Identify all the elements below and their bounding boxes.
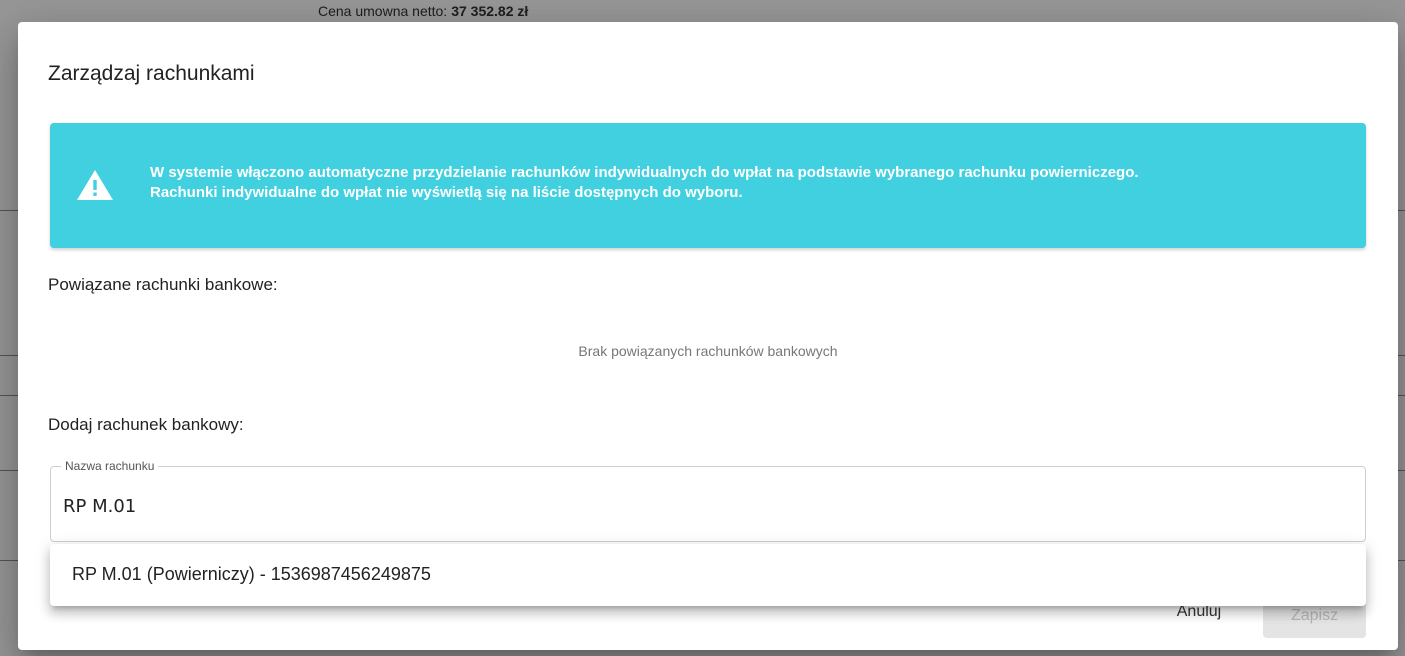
save-button-label: Zapisz — [1290, 607, 1339, 624]
autocomplete-dropdown: RP M.01 (Powierniczy) - 1536987456249875 — [50, 544, 1366, 606]
autocomplete-option[interactable]: RP M.01 (Powierniczy) - 1536987456249875 — [72, 563, 431, 585]
dialog-title: Zarządzaj rachunkami — [48, 62, 255, 85]
info-alert: W systemie włączono automatyczne przydzi… — [50, 123, 1366, 248]
warning-icon — [77, 170, 113, 200]
cancel-button[interactable]: Anuluj — [1156, 602, 1242, 638]
alert-line-1: W systemie włączono automatyczne przydzi… — [150, 164, 1139, 181]
manage-accounts-dialog: Zarządzaj rachunkami W systemie włączono… — [18, 22, 1398, 650]
alert-line-2: Rachunki indywidualne do wpłat nie wyświ… — [150, 184, 743, 201]
account-name-field[interactable]: Nazwa rachunku — [50, 458, 1366, 542]
linked-accounts-empty-text: Brak powiązanych rachunków bankowych — [578, 343, 838, 359]
account-name-field-label: Nazwa rachunku — [61, 458, 159, 474]
linked-accounts-label: Powiązane rachunki bankowe: — [48, 275, 278, 294]
add-account-label: Dodaj rachunek bankowy: — [48, 415, 244, 434]
account-name-input[interactable] — [63, 492, 1343, 520]
alert-message: W systemie włączono automatyczne przydzi… — [150, 163, 1354, 203]
